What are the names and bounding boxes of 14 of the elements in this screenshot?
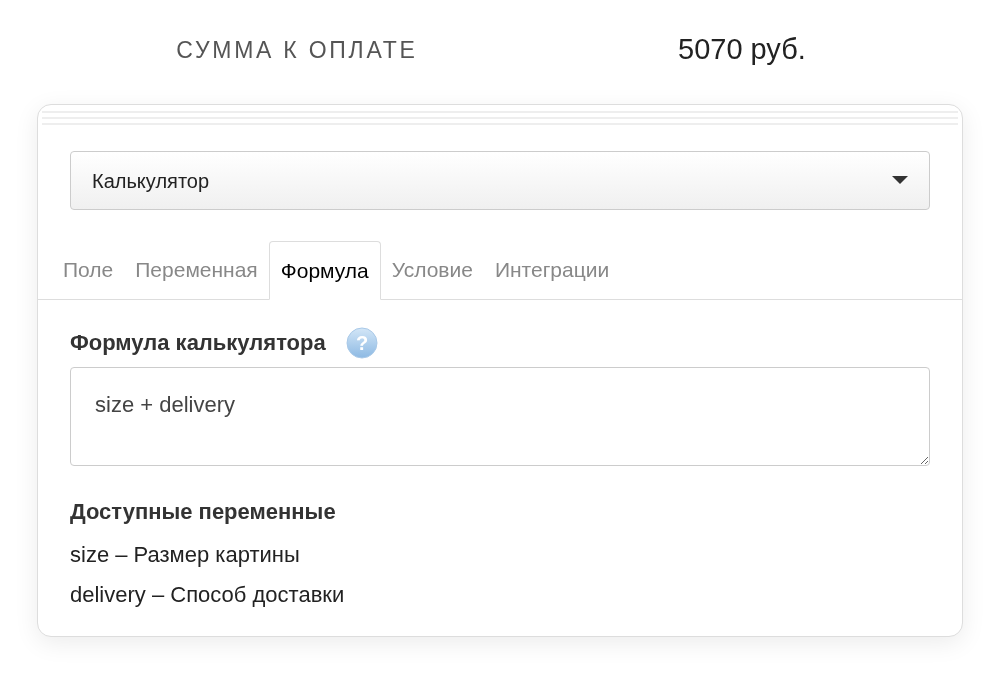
caret-icon [892, 176, 908, 185]
tab[interactable]: Поле [52, 241, 125, 299]
formula-field[interactable]: size + delivery [70, 367, 930, 466]
variable-description: delivery – Способ доставки [70, 582, 346, 608]
calculator-select[interactable]: Калькулятор [70, 151, 930, 210]
formula-label: Формула калькулятора [70, 329, 326, 357]
tab[interactable]: Интеграции [483, 241, 621, 299]
tab[interactable]: Переменная [124, 241, 269, 299]
variables-heading: Доступные переменные [70, 498, 337, 526]
total-value: 5070 руб. [678, 32, 806, 68]
tab[interactable]: Условие [380, 241, 484, 299]
variable-description: size – Размер картины [70, 542, 301, 568]
total-label: СУММА К ОПЛАТЕ [175, 35, 419, 65]
tab[interactable]: Формула [268, 241, 381, 300]
